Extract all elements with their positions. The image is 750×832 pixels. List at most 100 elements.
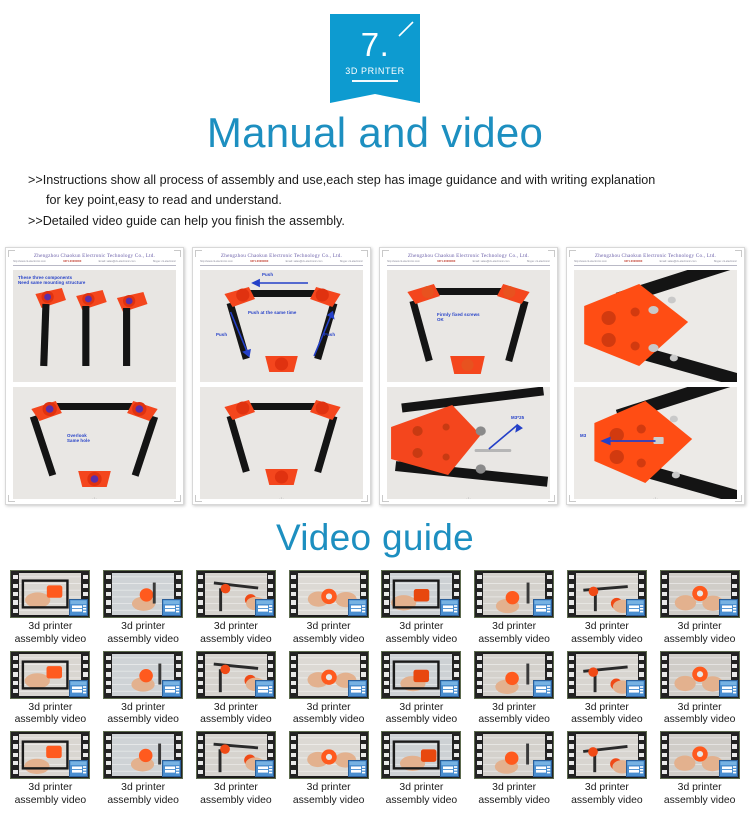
film-strip-thumbnail[interactable] <box>474 730 555 779</box>
video-file-icon[interactable] <box>69 759 89 777</box>
video-file-icon[interactable] <box>533 599 553 617</box>
manual-photo-fixed-frame: Firmly fixed screws OK <box>387 269 550 382</box>
film-strip-thumbnail[interactable] <box>566 650 647 699</box>
film-strip-thumbnail[interactable] <box>566 730 647 779</box>
film-strip-thumbnail[interactable] <box>659 730 740 779</box>
film-strip-thumbnail[interactable] <box>381 570 462 619</box>
film-strip-thumbnail[interactable] <box>195 730 276 779</box>
film-hole-icon <box>291 664 297 669</box>
crop-mark-icon <box>735 250 742 258</box>
video-thumbnail-item[interactable]: 3d printer assembly video <box>190 730 283 807</box>
video-file-icon[interactable] <box>69 679 89 697</box>
video-file-icon[interactable] <box>440 759 460 777</box>
video-file-icon[interactable] <box>162 759 182 777</box>
video-file-icon[interactable] <box>625 679 645 697</box>
film-strip-thumbnail[interactable] <box>659 650 740 699</box>
subheader-hotline: 0371-00000000 <box>250 260 269 264</box>
badge-notch <box>330 94 420 103</box>
video-file-icon[interactable] <box>254 759 274 777</box>
film-strip-thumbnail[interactable] <box>288 650 369 699</box>
video-caption: 3d printer assembly video <box>386 621 458 646</box>
video-file-icon[interactable] <box>625 599 645 617</box>
film-hole-icon <box>291 655 297 660</box>
manual-subheader: http://www.ck-electronic.com 0371-000000… <box>13 260 176 266</box>
video-file-icon[interactable] <box>440 599 460 617</box>
manual-photo-assembled-frame <box>200 386 363 499</box>
manual-page-components[interactable]: Zhengzhou Chaokun Electronic Technology … <box>5 247 184 506</box>
video-thumbnail-item[interactable]: 3d printer assembly video <box>282 570 375 646</box>
film-hole-icon <box>291 575 297 580</box>
video-caption: 3d printer assembly video <box>15 702 87 727</box>
film-strip-thumbnail[interactable] <box>288 570 369 619</box>
video-thumbnail-item[interactable]: 3d printer assembly video <box>4 570 97 646</box>
manual-page-push-frame[interactable]: Zhengzhou Chaokun Electronic Technology … <box>192 247 371 506</box>
video-file-icon[interactable] <box>625 759 645 777</box>
video-thumbnail-item[interactable]: 3d printer assembly video <box>190 650 283 727</box>
video-thumbnail-item[interactable]: 3d printer assembly video <box>97 730 190 807</box>
film-strip-thumbnail[interactable] <box>103 650 184 699</box>
video-file-icon[interactable] <box>533 679 553 697</box>
video-file-icon[interactable] <box>533 759 553 777</box>
film-strip-thumbnail[interactable] <box>288 730 369 779</box>
video-caption-line-2: assembly video <box>385 714 458 726</box>
video-thumbnail-item[interactable]: 3d printer assembly video <box>561 570 654 646</box>
film-strip-thumbnail[interactable] <box>10 730 91 779</box>
video-file-icon[interactable] <box>347 759 367 777</box>
film-hole-icon <box>476 583 482 588</box>
film-hole-icon <box>361 672 367 677</box>
film-hole-icon <box>105 744 111 749</box>
video-thumbnail-item[interactable]: 3d printer assembly video <box>282 730 375 807</box>
film-hole-icon <box>453 744 459 749</box>
video-thumbnail-item[interactable]: 3d printer assembly video <box>190 570 283 646</box>
video-thumbnail-item[interactable]: 3d printer assembly video <box>375 570 468 646</box>
film-strip-thumbnail[interactable] <box>381 650 462 699</box>
manual-subheader: http://www.ck-electronic.com 0371-000000… <box>387 260 550 266</box>
video-caption-line-2: assembly video <box>385 633 458 645</box>
video-thumbnail-item[interactable]: 3d printer assembly video <box>97 570 190 646</box>
film-strip-thumbnail[interactable] <box>103 570 184 619</box>
film-hole-icon <box>198 575 204 580</box>
film-strip-thumbnail[interactable] <box>195 570 276 619</box>
video-thumbnail-item[interactable]: 3d printer assembly video <box>653 570 746 646</box>
video-thumbnail-item[interactable]: 3d printer assembly video <box>653 730 746 807</box>
video-thumbnail-item[interactable]: 3d printer assembly video <box>4 730 97 807</box>
film-strip-thumbnail[interactable] <box>566 570 647 619</box>
video-thumbnail-item[interactable]: 3d printer assembly video <box>561 730 654 807</box>
video-thumbnail-item[interactable]: 3d printer assembly video <box>282 650 375 727</box>
film-hole-icon <box>476 680 482 685</box>
film-strip-thumbnail[interactable] <box>10 570 91 619</box>
video-file-icon[interactable] <box>347 679 367 697</box>
video-thumbnail-item[interactable]: 3d printer assembly video <box>375 650 468 727</box>
film-hole-icon <box>662 680 668 685</box>
video-file-icon[interactable] <box>347 599 367 617</box>
intro-text: >>Instructions show all process of assem… <box>0 170 750 231</box>
video-file-icon[interactable] <box>254 599 274 617</box>
video-file-icon[interactable] <box>254 679 274 697</box>
video-thumbnail-item[interactable]: 3d printer assembly video <box>375 730 468 807</box>
video-thumbnail-item[interactable]: 3d printer assembly video <box>468 650 561 727</box>
video-file-icon[interactable] <box>718 599 738 617</box>
video-caption-line-2: assembly video <box>200 794 272 806</box>
film-strip-thumbnail[interactable] <box>659 570 740 619</box>
film-strip-thumbnail[interactable] <box>381 730 462 779</box>
film-strip-thumbnail[interactable] <box>103 730 184 779</box>
film-hole-icon <box>569 583 575 588</box>
manual-page-corner-detail[interactable]: Zhengzhou Chaokun Electronic Technology … <box>566 247 745 506</box>
video-thumbnail-item[interactable]: 3d printer assembly video <box>468 570 561 646</box>
film-strip-thumbnail[interactable] <box>10 650 91 699</box>
video-thumbnail-item[interactable]: 3d printer assembly video <box>97 650 190 727</box>
video-file-icon[interactable] <box>162 679 182 697</box>
video-thumbnail-item[interactable]: 3d printer assembly video <box>653 650 746 727</box>
manual-page-fixed-screws[interactable]: Zhengzhou Chaokun Electronic Technology … <box>379 247 558 506</box>
video-thumbnail-item[interactable]: 3d printer assembly video <box>4 650 97 727</box>
film-strip-thumbnail[interactable] <box>474 650 555 699</box>
video-file-icon[interactable] <box>162 599 182 617</box>
video-thumbnail-item[interactable]: 3d printer assembly video <box>468 730 561 807</box>
video-thumbnail-item[interactable]: 3d printer assembly video <box>561 650 654 727</box>
video-file-icon[interactable] <box>718 759 738 777</box>
video-file-icon[interactable] <box>718 679 738 697</box>
video-file-icon[interactable] <box>69 599 89 617</box>
video-file-icon[interactable] <box>440 679 460 697</box>
film-strip-thumbnail[interactable] <box>474 570 555 619</box>
film-strip-thumbnail[interactable] <box>195 650 276 699</box>
